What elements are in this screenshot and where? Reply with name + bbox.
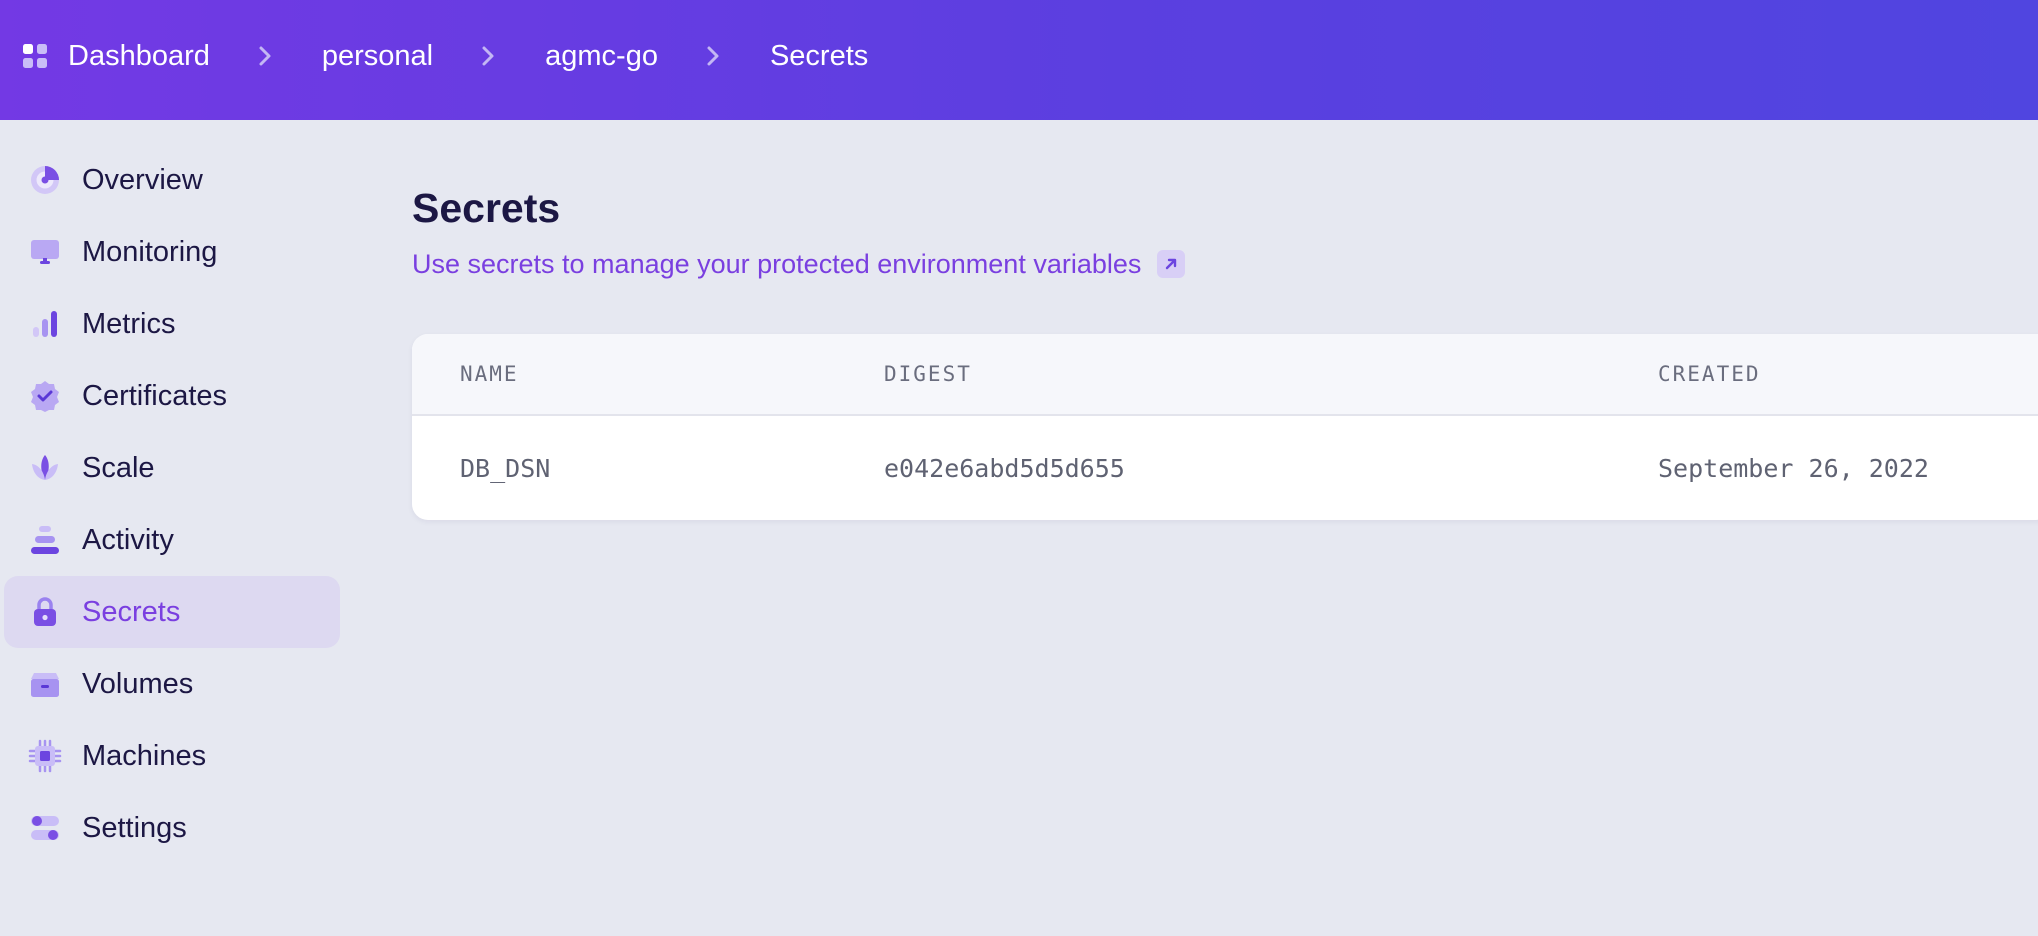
sidebar-item-scale[interactable]: Scale: [4, 432, 340, 504]
sidebar-item-secrets[interactable]: Secrets: [4, 576, 340, 648]
chevron-right-icon: [700, 43, 726, 69]
dashboard-grid-icon: [22, 43, 48, 69]
docs-link[interactable]: Use secrets to manage your protected env…: [412, 244, 2038, 284]
breadcrumb-personal[interactable]: personal: [322, 40, 433, 73]
chip-icon: [28, 739, 62, 773]
page-title: Secrets: [412, 185, 561, 231]
sidebar-item-label: Overview: [82, 163, 203, 196]
sidebar-item-label: Machines: [82, 739, 207, 772]
overview-icon: [28, 163, 62, 197]
volume-icon: [28, 667, 62, 701]
table-header: NAME DIGEST CREATED: [412, 334, 2038, 416]
sidebar-item-label: Settings: [82, 811, 187, 844]
breadcrumb-dashboard[interactable]: Dashboard: [22, 40, 210, 73]
sidebar-item-metrics[interactable]: Metrics: [4, 288, 340, 360]
table-row[interactable]: DB_DSN e042e6abd5d5d655 September 26, 20…: [412, 416, 2038, 520]
sidebar-item-machines[interactable]: Machines: [4, 720, 340, 792]
sidebar-item-activity[interactable]: Activity: [4, 504, 340, 576]
secret-created-date: September 26, 2022: [1658, 453, 1929, 483]
column-header-created: CREATED: [1658, 362, 1761, 386]
certificate-icon: [28, 379, 62, 413]
external-link-icon: [1157, 250, 1186, 278]
breadcrumb-label: Dashboard: [68, 39, 210, 72]
sidebar-item-overview[interactable]: Overview: [4, 144, 340, 216]
sidebar-item-label: Secrets: [82, 595, 181, 628]
secret-name: DB_DSN: [460, 453, 551, 483]
secret-digest: e042e6abd5d5d655: [884, 453, 1125, 483]
breadcrumb-app[interactable]: agmc-go: [545, 40, 658, 73]
lock-icon: [28, 595, 62, 629]
settings-toggle-icon: [28, 811, 62, 845]
monitor-icon: [28, 235, 62, 269]
sidebar-item-label: Certificates: [82, 379, 228, 412]
sidebar-item-label: Scale: [82, 451, 155, 484]
column-header-name: NAME: [460, 362, 519, 386]
main-content: Secrets Use secrets to manage your prote…: [412, 180, 2038, 284]
chevron-right-icon: [475, 43, 501, 69]
top-bar: Dashboard personal agmc-go Secrets: [0, 0, 2038, 120]
scale-icon: [28, 451, 62, 485]
column-header-digest: DIGEST: [884, 362, 972, 386]
chevron-right-icon: [252, 43, 278, 69]
docs-link-label: Use secrets to manage your protected env…: [412, 249, 1142, 279]
breadcrumb-current: Secrets: [769, 39, 869, 72]
activity-icon: [28, 523, 62, 557]
metrics-icon: [28, 307, 62, 341]
sidebar-item-certificates[interactable]: Certificates: [4, 360, 340, 432]
breadcrumb: Dashboard personal agmc-go Secrets: [22, 0, 868, 112]
sidebar-item-volumes[interactable]: Volumes: [4, 648, 340, 720]
sidebar-item-label: Activity: [82, 523, 174, 556]
sidebar-item-label: Monitoring: [82, 235, 218, 268]
sidebar-item-label: Volumes: [82, 667, 194, 700]
sidebar-item-monitoring[interactable]: Monitoring: [4, 216, 340, 288]
secrets-table: NAME DIGEST CREATED DB_DSN e042e6abd5d5d…: [412, 334, 2038, 520]
sidebar-item-settings[interactable]: Settings: [4, 792, 340, 864]
sidebar: Overview Monitoring Metrics Certificates…: [4, 144, 340, 864]
sidebar-item-label: Metrics: [82, 307, 176, 340]
